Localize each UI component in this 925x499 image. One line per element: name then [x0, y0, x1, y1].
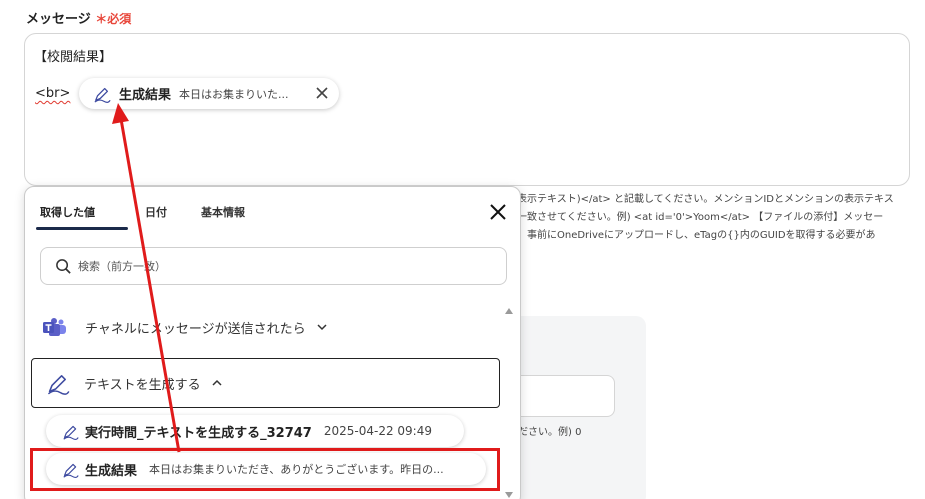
chip-name: 生成結果: [119, 88, 172, 103]
group-channel-message[interactable]: チャネルにメッセージが送信されたら: [25, 307, 495, 347]
scroll-down-arrow-icon[interactable]: [505, 492, 513, 498]
message-input[interactable]: 【校閲結果】 <br> 生成結果 本日はお集まりいた...: [24, 33, 910, 186]
hint-line-3: 。事前にOneDriveにアップロードし、eTagの{}内のGUIDを取得する必…: [517, 230, 876, 241]
chevron-down-icon: [317, 324, 327, 331]
br-tag-text: <br>: [35, 86, 71, 101]
pen-icon: [47, 375, 70, 395]
panel-scrollbar[interactable]: [505, 308, 513, 498]
teams-icon: [43, 318, 66, 336]
item-name: 実行時間_テキストを生成する_32747: [85, 425, 312, 441]
item-value: 2025-04-22 09:49: [323, 424, 432, 438]
close-icon[interactable]: [489, 203, 507, 221]
background-hint: ださい。例) 0: [518, 427, 582, 438]
tab-basic-info[interactable]: 基本情報: [201, 204, 245, 220]
search-input[interactable]: 検索（前方一致）: [40, 247, 507, 285]
pen-icon: [63, 425, 79, 440]
pen-icon: [94, 87, 111, 103]
chip-close-icon[interactable]: [314, 85, 330, 101]
active-tab-underline: [36, 227, 128, 230]
item-execution-time[interactable]: 実行時間_テキストを生成する_32747 2025-04-22 09:49: [46, 415, 464, 447]
search-icon: [56, 258, 71, 274]
scroll-up-arrow-icon[interactable]: [505, 308, 513, 314]
variable-chip[interactable]: 生成結果 本日はお集まりいた...: [79, 78, 339, 109]
chip-preview: 本日はお集まりいた...: [179, 87, 289, 101]
message-label-text: メッセージ: [26, 12, 91, 27]
group-generate-text[interactable]: テキストを生成する: [31, 358, 500, 408]
group-channel-label: チャネルにメッセージが送信されたら: [85, 321, 306, 337]
chevron-up-icon: [212, 379, 222, 386]
tab-acquired-values[interactable]: 取得した値: [40, 204, 95, 220]
search-placeholder: 検索（前方一致）: [78, 260, 166, 273]
background-input[interactable]: [506, 375, 615, 417]
message-line-1: 【校閲結果】: [34, 50, 113, 65]
message-field-label: メッセージ ＊必須: [26, 8, 131, 27]
hint-line-2: 一致させてください。例) <at id='0'>Yoom</at> 【ファイルの…: [517, 212, 884, 223]
group-generate-label: テキストを生成する: [84, 377, 201, 393]
hint-line-1: 表示テキスト)</at> と記載してください。メンションIDとメンションの表示テ…: [517, 194, 894, 205]
highlight-box: [30, 448, 500, 491]
tab-date[interactable]: 日付: [145, 204, 167, 220]
required-mark: ＊必須: [95, 12, 132, 26]
